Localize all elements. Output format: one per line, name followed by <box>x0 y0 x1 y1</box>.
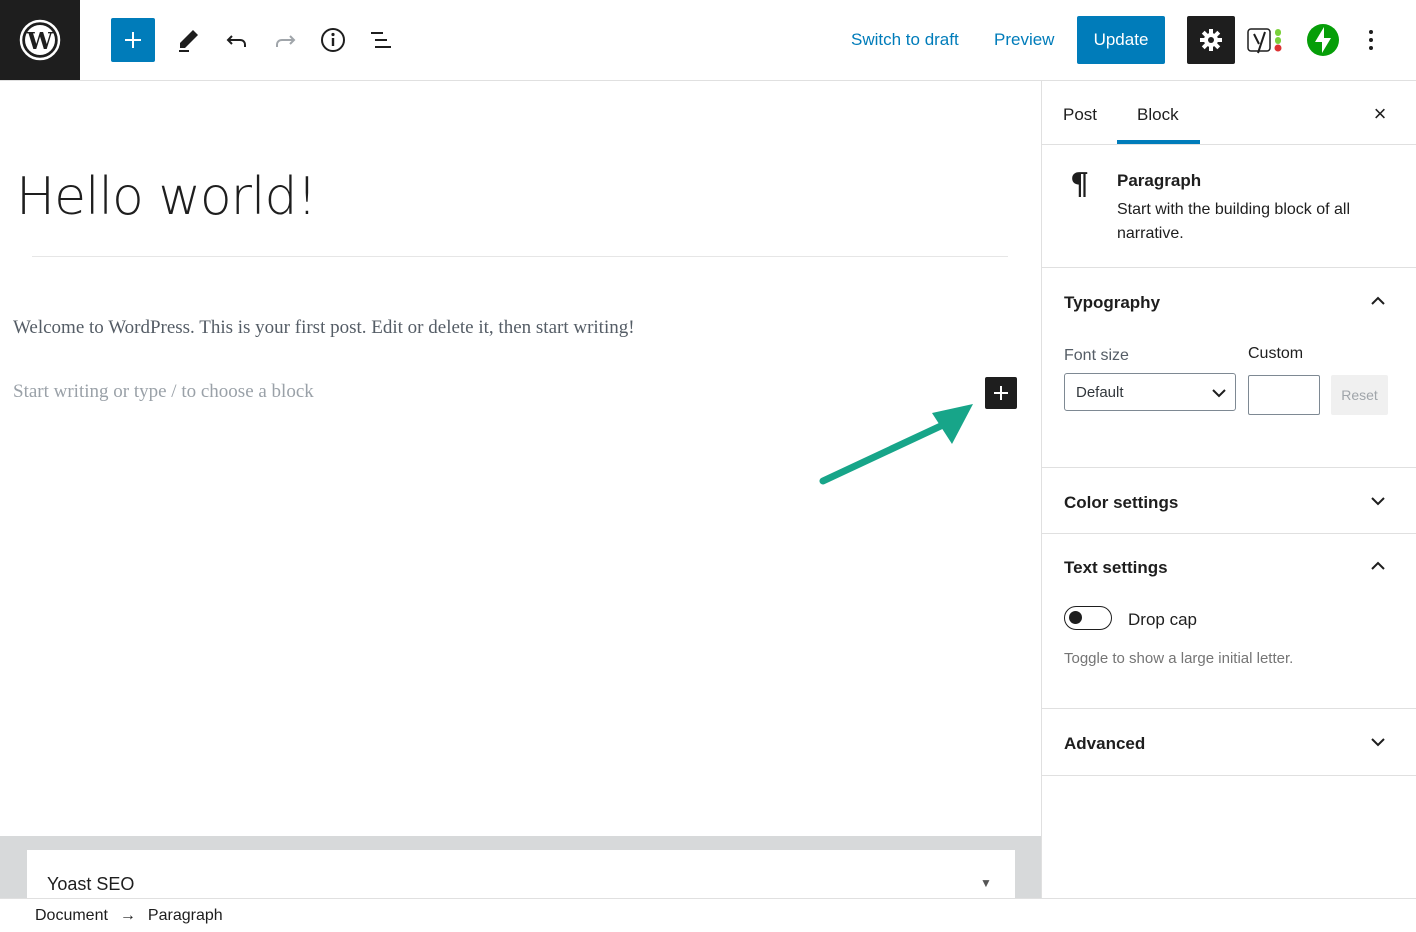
edit-tools-icon[interactable] <box>166 18 210 62</box>
annotation-arrow <box>819 404 973 485</box>
add-block-button[interactable] <box>111 18 155 62</box>
info-icon[interactable] <box>311 18 355 62</box>
tab-block[interactable]: Block <box>1137 105 1179 125</box>
breadcrumb-arrow: → <box>119 907 136 924</box>
typography-panel-title[interactable]: Typography <box>1064 293 1160 313</box>
more-options-icon[interactable] <box>1349 18 1393 62</box>
jetpack-icon[interactable] <box>1301 18 1345 62</box>
advanced-panel[interactable]: Advanced <box>1042 709 1416 776</box>
gear-icon <box>1200 29 1222 51</box>
color-settings-panel[interactable]: Color settings <box>1042 468 1416 534</box>
color-settings-title[interactable]: Color settings <box>1064 493 1178 513</box>
wordpress-logo-icon[interactable]: W <box>0 0 80 80</box>
font-size-select[interactable]: Default <box>1064 373 1236 411</box>
yoast-seo-icon[interactable] <box>1243 18 1287 62</box>
chevron-down-icon[interactable] <box>1368 491 1388 511</box>
breadcrumb-document[interactable]: Document <box>35 907 108 924</box>
switch-to-draft-link[interactable]: Switch to draft <box>851 30 959 50</box>
block-card-description: Start with the building block of all nar… <box>1117 201 1351 242</box>
title-separator <box>32 256 1008 257</box>
typography-panel: Typography <box>1042 268 1416 468</box>
drop-cap-label[interactable]: Drop cap <box>1128 610 1197 630</box>
drop-cap-help: Toggle to show a large initial letter. <box>1064 650 1294 667</box>
toggle-knob <box>1069 611 1082 624</box>
chevron-down-icon[interactable] <box>1368 732 1388 752</box>
sidebar-tabs: Post Block × <box>1042 81 1416 145</box>
tab-post[interactable]: Post <box>1063 105 1097 125</box>
yoast-seo-metabox[interactable]: Yoast SEO ▼ <box>27 850 1015 898</box>
drop-cap-toggle[interactable] <box>1064 606 1112 630</box>
chevron-up-icon[interactable] <box>1368 291 1388 311</box>
chevron-down-icon <box>1212 389 1226 398</box>
breadcrumb: Document → Paragraph <box>35 907 223 925</box>
settings-gear-button[interactable] <box>1187 16 1235 64</box>
custom-font-size-input[interactable] <box>1248 375 1320 415</box>
block-card-title: Paragraph <box>1117 171 1202 190</box>
inline-add-block-button[interactable] <box>985 377 1017 409</box>
reset-button[interactable]: Reset <box>1331 375 1388 415</box>
plus-icon <box>994 386 1008 400</box>
top-toolbar: W Switch to draft Preview Update <box>0 0 1416 81</box>
editor-canvas: Hello world! Welcome to WordPress. This … <box>0 81 1041 836</box>
preview-link[interactable]: Preview <box>994 30 1054 50</box>
close-icon[interactable]: × <box>1370 101 1390 126</box>
list-view-icon[interactable] <box>359 18 403 62</box>
update-button[interactable]: Update <box>1077 16 1165 64</box>
breadcrumb-current[interactable]: Paragraph <box>148 907 223 924</box>
post-title[interactable]: Hello world! <box>16 167 317 227</box>
advanced-title[interactable]: Advanced <box>1064 734 1145 754</box>
paragraph-block[interactable]: Welcome to WordPress. This is your first… <box>13 317 635 339</box>
redo-icon[interactable] <box>263 18 307 62</box>
active-tab-indicator <box>1117 140 1200 144</box>
font-size-select-value: Default <box>1076 384 1124 401</box>
editor-footer: Document → Paragraph <box>0 898 1416 932</box>
chevron-up-icon[interactable] <box>1368 556 1388 576</box>
yoast-seo-title[interactable]: Yoast SEO <box>47 874 134 895</box>
custom-size-label: Custom <box>1248 345 1304 362</box>
paragraph-icon: ¶ <box>1070 167 1090 202</box>
text-settings-title[interactable]: Text settings <box>1064 558 1168 578</box>
block-card: ¶ Paragraph Start with the building bloc… <box>1042 145 1416 268</box>
caret-down-icon[interactable]: ▼ <box>980 876 992 890</box>
svg-text:W: W <box>26 28 54 55</box>
settings-sidebar: Post Block × ¶ Paragraph Start with the … <box>1041 81 1416 898</box>
block-placeholder[interactable]: Start writing or type / to choose a bloc… <box>13 381 314 403</box>
undo-icon[interactable] <box>215 18 259 62</box>
font-size-label: Font size <box>1064 347 1129 364</box>
